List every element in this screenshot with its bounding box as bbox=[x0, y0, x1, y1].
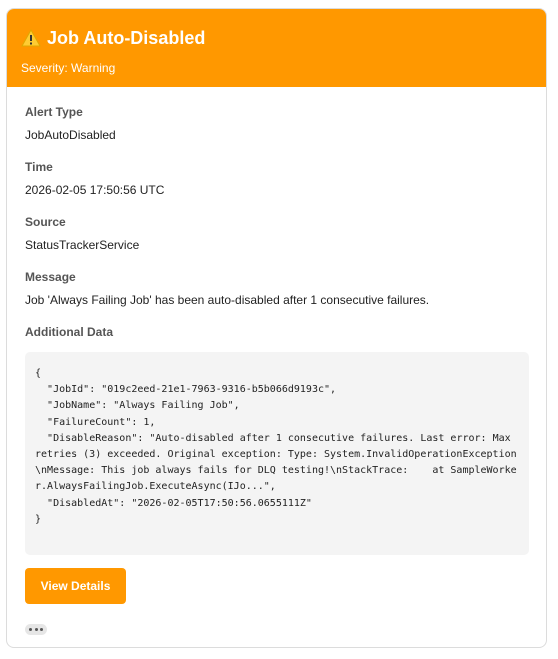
alert-body: Alert Type JobAutoDisabled Time 2026-02-… bbox=[7, 87, 546, 635]
alert-card: Job Auto-Disabled Severity: Warning Aler… bbox=[6, 8, 547, 648]
alert-title: Job Auto-Disabled bbox=[47, 27, 206, 48]
title-row: Job Auto-Disabled bbox=[21, 27, 532, 49]
ellipsis-icon[interactable] bbox=[25, 624, 47, 635]
field-time: Time 2026-02-05 17:50:56 UTC bbox=[25, 160, 528, 197]
source-value: StatusTrackerService bbox=[25, 238, 140, 252]
time-label: Time bbox=[25, 160, 53, 174]
additional-data-label: Additional Data bbox=[25, 325, 114, 339]
source-label: Source bbox=[25, 215, 66, 229]
severity-label: Severity: Warning bbox=[21, 61, 116, 75]
warning-icon bbox=[21, 28, 41, 47]
alert-header: Job Auto-Disabled Severity: Warning bbox=[7, 9, 546, 87]
field-message: Message Job 'Always Failing Job' has bee… bbox=[25, 270, 528, 307]
view-details-button[interactable]: View Details bbox=[25, 568, 126, 604]
field-alert-type: Alert Type JobAutoDisabled bbox=[25, 105, 528, 142]
time-value: 2026-02-05 17:50:56 UTC bbox=[25, 183, 165, 197]
field-additional-data: Additional Data { "JobId": "019c2eed-21e… bbox=[25, 325, 529, 555]
alert-type-label: Alert Type bbox=[25, 105, 83, 119]
alert-type-value: JobAutoDisabled bbox=[25, 128, 116, 142]
additional-data-json: { "JobId": "019c2eed-21e1-7963-9316-b5b0… bbox=[25, 352, 529, 555]
field-source: Source StatusTrackerService bbox=[25, 215, 528, 252]
message-label: Message bbox=[25, 270, 76, 284]
message-value: Job 'Always Failing Job' has been auto-d… bbox=[25, 293, 430, 307]
